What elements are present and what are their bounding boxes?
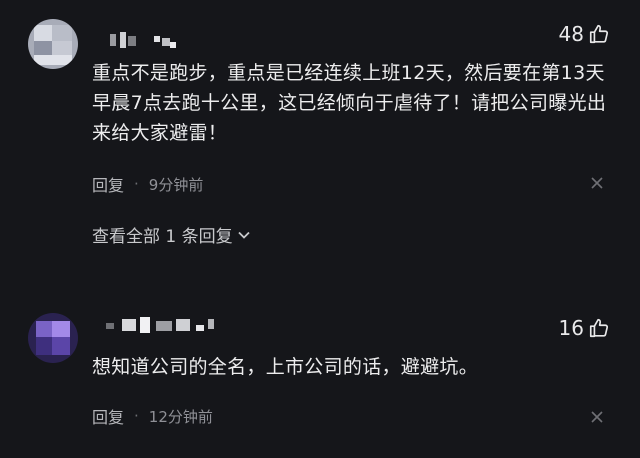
comment-text: 想知道公司的全名，上市公司的话，避避坑。 (92, 356, 479, 378)
username-blurred[interactable] (106, 317, 216, 333)
expand-replies-button[interactable]: 查看全部 1 条回复 (92, 222, 251, 247)
separator-dot: · (134, 175, 139, 193)
thumbs-up-icon (589, 24, 609, 44)
expand-replies-label: 查看全部 1 条回复 (92, 227, 233, 247)
timestamp: 9分钟前 (148, 175, 204, 194)
timestamp: 12分钟前 (148, 407, 213, 426)
comment-meta: 回复 · 12分钟前 (92, 404, 213, 428)
username-blurred[interactable] (110, 32, 180, 48)
like-button[interactable]: 48 (559, 22, 610, 46)
separator-dot: · (134, 407, 139, 425)
avatar[interactable] (28, 19, 78, 69)
avatar[interactable] (28, 313, 78, 363)
reply-button[interactable]: 回复 (92, 404, 124, 428)
comment-text: 重点不是跑步，重点是已经连续上班12天，然后要在第13天早晨7点去跑十公里，这已… (92, 62, 607, 144)
close-button[interactable] (590, 410, 604, 424)
close-icon (591, 177, 603, 189)
close-icon (591, 411, 603, 423)
like-button[interactable]: 16 (559, 316, 610, 340)
thumbs-up-icon (589, 318, 609, 338)
comment-item: 48 重点不是跑步，重点是已经连续上班12天，然后要在第13天早晨7点去跑十公里… (0, 0, 640, 300)
comment-meta: 回复 · 9分钟前 (92, 172, 203, 196)
reply-button[interactable]: 回复 (92, 172, 124, 196)
chevron-down-icon (237, 231, 250, 239)
like-count: 16 (558, 316, 584, 340)
like-count: 48 (558, 22, 584, 46)
close-button[interactable] (590, 176, 604, 190)
